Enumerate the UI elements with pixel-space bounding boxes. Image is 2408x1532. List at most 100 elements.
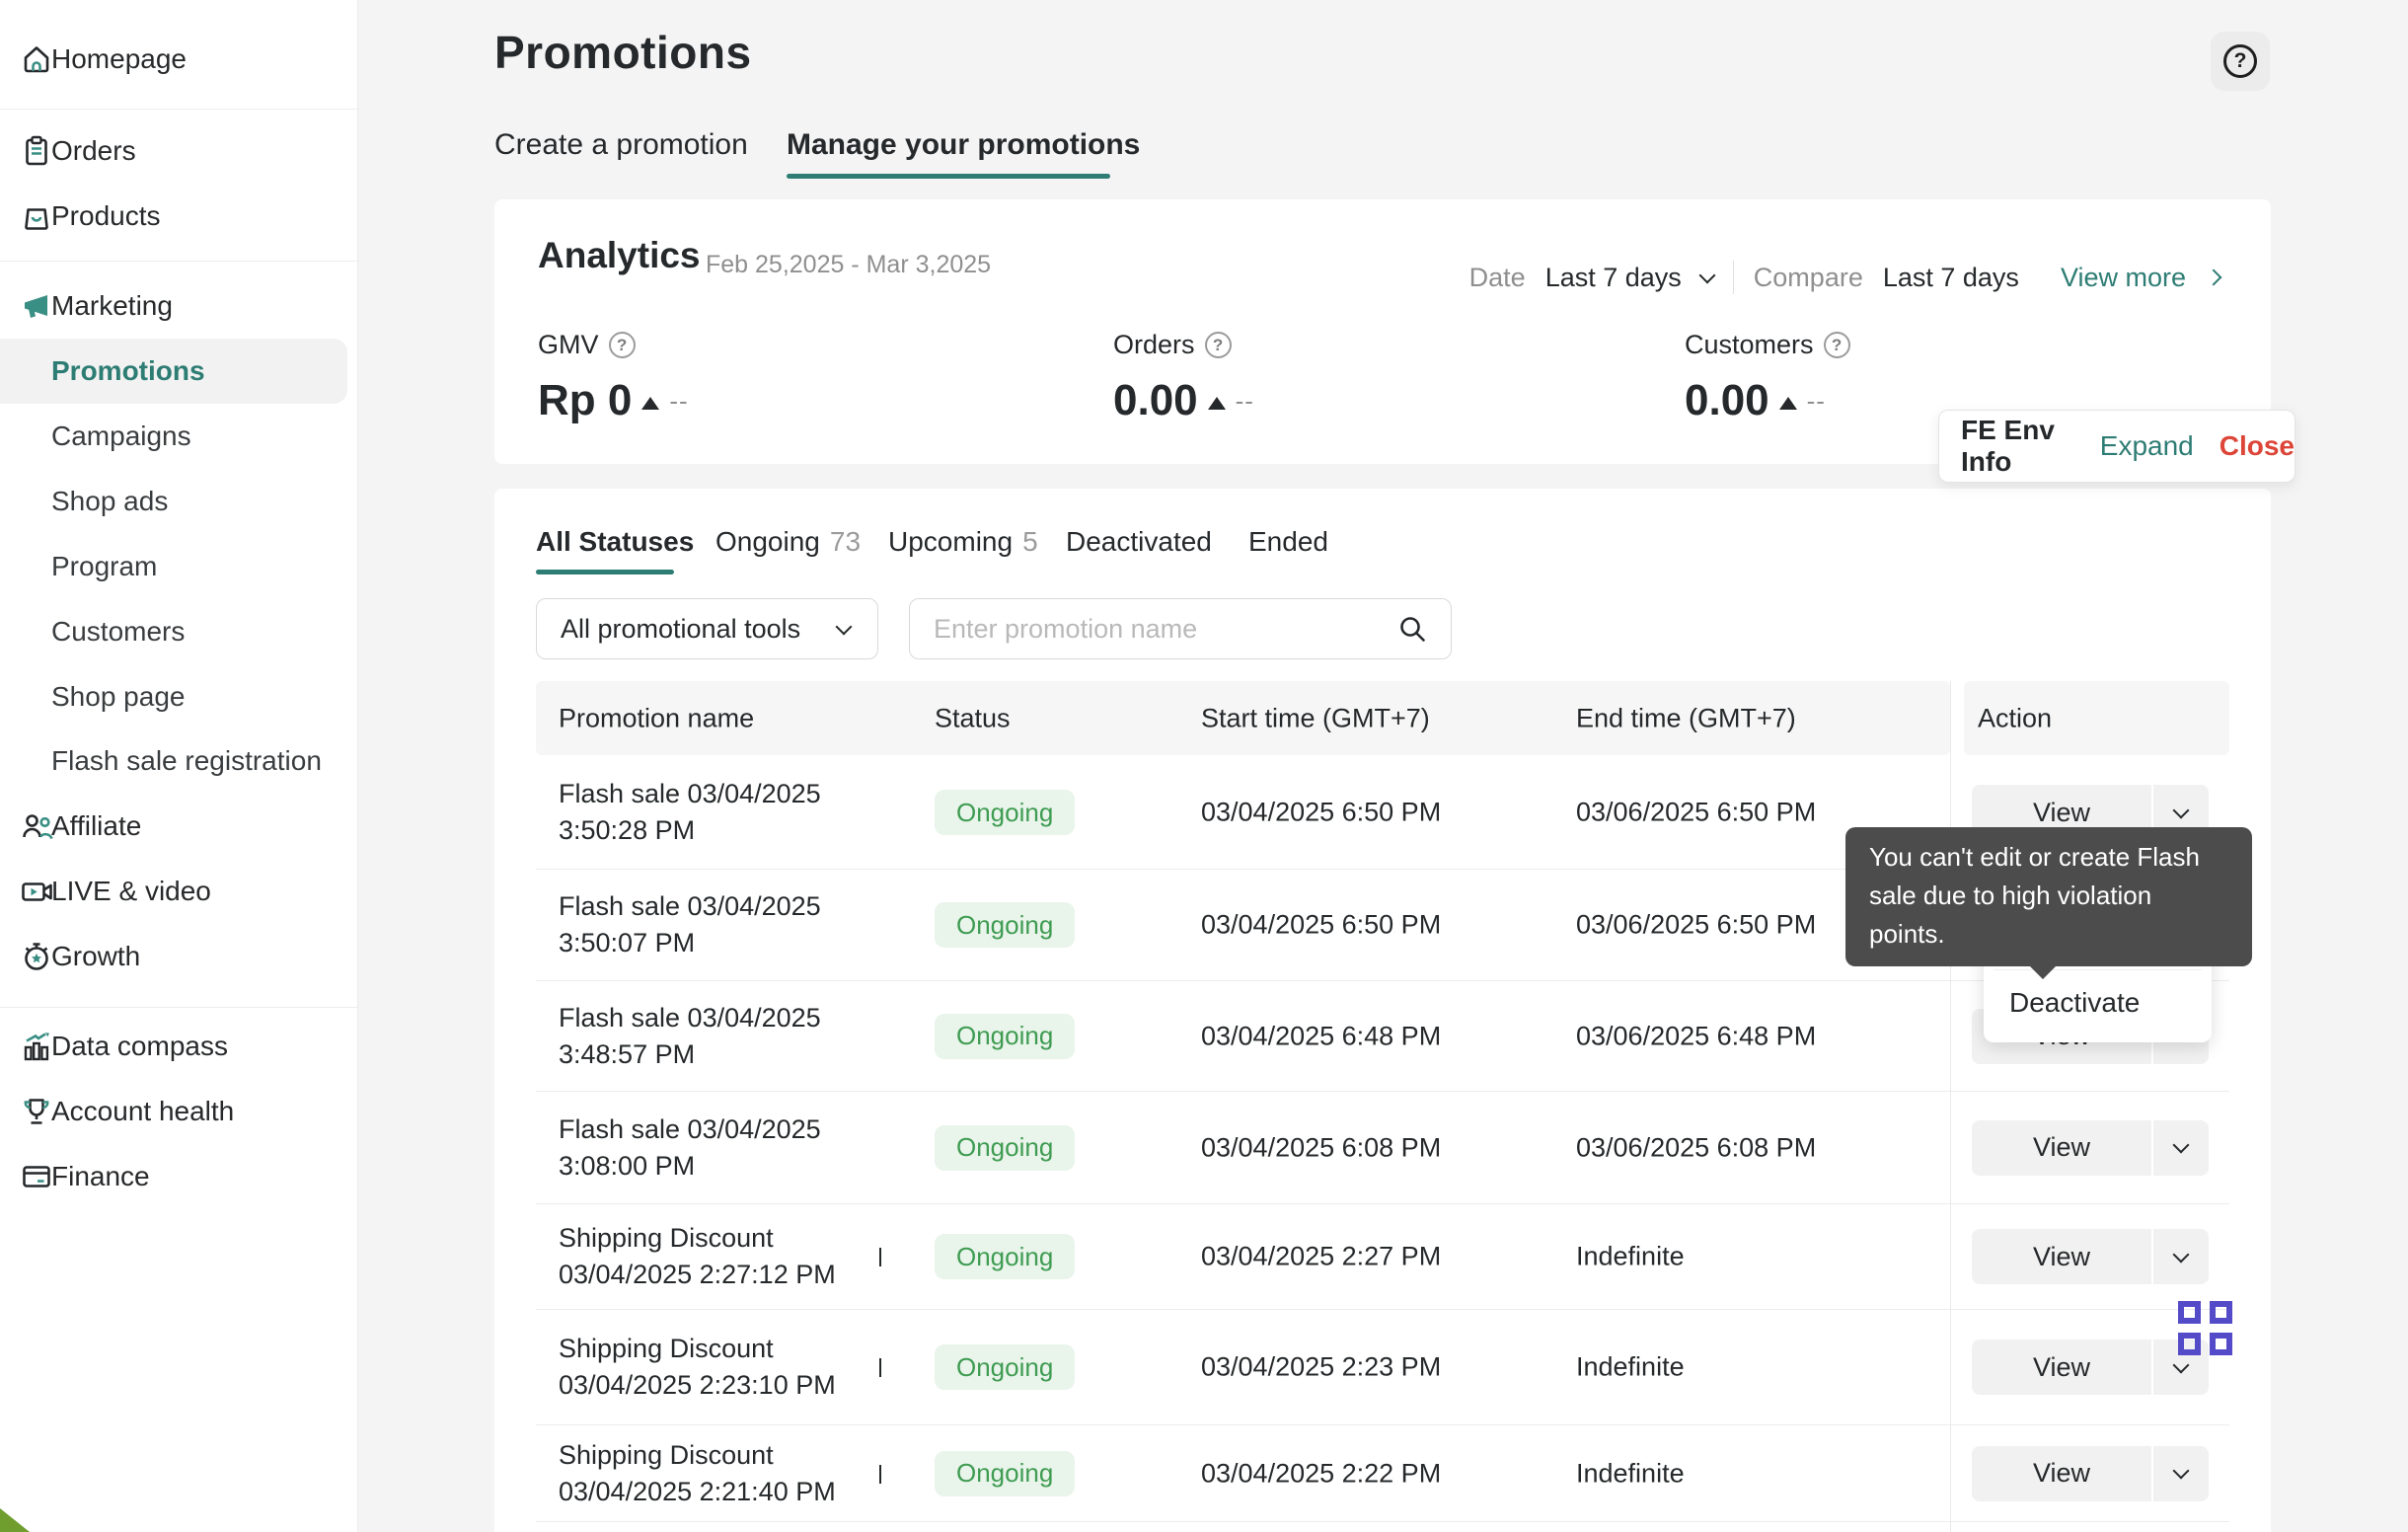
promotions-page: Homepage Orders Products Marketing Promo… [0, 0, 2408, 1532]
start-time: 03/04/2025 2:27 PM [1201, 1242, 1441, 1272]
analytics-date-range: Feb 25,2025 - Mar 3,2025 [706, 251, 991, 279]
gmv-value: Rp 0 [538, 376, 632, 425]
status-tab-ended[interactable]: Ended [1248, 526, 1328, 558]
status-tab-upcoming[interactable]: Upcoming5 [888, 526, 1038, 558]
view-button[interactable]: View [1972, 1446, 2151, 1501]
view-more-link[interactable]: View more [2061, 263, 2186, 293]
tab-create-promotion[interactable]: Create a promotion [494, 128, 748, 162]
view-dropdown-button[interactable] [2153, 1446, 2209, 1501]
sidebar-divider [0, 261, 358, 262]
view-button[interactable]: View [1972, 1120, 2151, 1176]
sidebar-item-promotions[interactable]: Promotions [0, 339, 347, 404]
status-badge: Ongoing [935, 1234, 1075, 1279]
sidebar-item-flash-sale-registration[interactable]: Flash sale registration [0, 728, 358, 794]
promotion-search [909, 598, 1452, 659]
ongoing-count: 73 [830, 526, 861, 557]
status-badge: Ongoing [935, 1451, 1075, 1496]
active-tab-underline [787, 174, 1110, 179]
analytics-title: Analytics [538, 235, 701, 276]
end-time: 03/06/2025 6:50 PM [1576, 910, 1816, 941]
gmv-delta: -- [669, 386, 688, 417]
orders-delta: -- [1236, 386, 1254, 417]
status-tab-ongoing[interactable]: Ongoing73 [715, 526, 861, 558]
view-dropdown-button[interactable] [2153, 1229, 2209, 1284]
start-time: 03/04/2025 6:50 PM [1201, 798, 1441, 828]
col-start-time: Start time (GMT+7) [1201, 703, 1430, 733]
promotion-name: Flash sale 03/04/20253:50:28 PM [559, 776, 821, 849]
sidebar-item-shop-ads[interactable]: Shop ads [0, 469, 358, 534]
expand-row-chevron-icon[interactable] [873, 1352, 887, 1382]
end-time: 03/06/2025 6:08 PM [1576, 1132, 1816, 1163]
expand-row-chevron-icon[interactable] [873, 1459, 887, 1489]
help-button[interactable]: ? [2211, 32, 2270, 91]
tooltip-arrow [2029, 965, 2057, 979]
chevron-down-icon [2173, 1463, 2190, 1480]
table-row: Shipping Discount03/04/2025 2:21:40 PM O… [536, 1425, 2229, 1522]
promotion-name: Shipping Discount03/04/2025 2:21:40 PM [559, 1437, 836, 1510]
sidebar-item-products[interactable]: Products [0, 184, 358, 249]
sidebar-item-marketing[interactable]: Marketing [0, 273, 358, 339]
sidebar-item-customers[interactable]: Customers [0, 599, 358, 664]
sidebar-divider [0, 109, 358, 110]
start-time: 03/04/2025 2:22 PM [1201, 1458, 1441, 1489]
view-button[interactable]: View [1972, 1229, 2151, 1284]
sidebar: Homepage Orders Products Marketing Promo… [0, 0, 358, 1532]
start-time: 03/04/2025 6:50 PM [1201, 910, 1441, 941]
chevron-down-icon [2173, 1137, 2190, 1154]
question-circle-icon[interactable]: ? [1205, 332, 1232, 358]
fe-env-label: FE Env Info [1961, 415, 2061, 478]
view-button[interactable]: View [1972, 1340, 2151, 1395]
menu-item-deactivate[interactable]: Deactivate [1984, 973, 2212, 1033]
table-row: Shipping Discount03/04/2025 2:27:12 PM O… [536, 1204, 2229, 1310]
fe-env-expand-link[interactable]: Expand [2100, 430, 2194, 462]
status-badge: Ongoing [935, 1014, 1075, 1059]
sidebar-item-data-compass[interactable]: Data compass [0, 1014, 358, 1079]
question-circle-icon[interactable]: ? [609, 332, 636, 358]
search-icon[interactable] [1395, 612, 1429, 646]
search-input[interactable] [934, 614, 1395, 645]
end-time: 03/06/2025 6:50 PM [1576, 798, 1816, 828]
table-header: Promotion name Status Start time (GMT+7)… [536, 681, 1950, 755]
date-select[interactable]: Last 7 days [1545, 263, 1682, 293]
customers-delta: -- [1807, 386, 1826, 417]
chevron-down-icon [1698, 267, 1715, 283]
sidebar-item-orders[interactable]: Orders [0, 118, 358, 184]
status-tab-deactivated[interactable]: Deactivated [1066, 526, 1212, 558]
question-circle-icon[interactable]: ? [1824, 332, 1850, 358]
status-tab-all[interactable]: All Statuses [536, 526, 694, 558]
trend-up-icon [1779, 397, 1797, 410]
sidebar-item-finance[interactable]: Finance [0, 1144, 358, 1209]
tab-manage-promotions[interactable]: Manage your promotions [787, 128, 1140, 162]
promotion-name: Shipping Discount03/04/2025 2:23:10 PM [559, 1331, 836, 1404]
end-time: 03/06/2025 6:48 PM [1576, 1021, 1816, 1051]
sidebar-item-shop-page[interactable]: Shop page [0, 664, 358, 729]
expand-row-chevron-icon[interactable] [873, 1242, 887, 1271]
table-header-action: Action [1964, 681, 2229, 755]
view-dropdown-button[interactable] [2153, 1120, 2209, 1176]
chevron-right-icon [2206, 269, 2222, 286]
active-status-underline [536, 570, 674, 574]
sidebar-item-program[interactable]: Program [0, 534, 358, 599]
sidebar-item-campaigns[interactable]: Campaigns [0, 404, 358, 469]
end-time: Indefinite [1576, 1242, 1685, 1272]
status-badge: Ongoing [935, 1125, 1075, 1171]
customers-value: 0.00 [1685, 376, 1769, 425]
col-promotion-name: Promotion name [559, 703, 754, 733]
orders-label: Orders [1113, 330, 1195, 360]
menu-divider [1994, 969, 2202, 970]
customers-label: Customers [1685, 330, 1814, 360]
promo-tool-filter[interactable]: All promotional tools [536, 598, 878, 659]
question-circle-icon: ? [2223, 44, 2257, 78]
sidebar-item-account-health[interactable]: Account health [0, 1079, 358, 1144]
promotion-name: Flash sale 03/04/20253:48:57 PM [559, 1000, 821, 1073]
table-row: Flash sale 03/04/20253:08:00 PM Ongoing … [536, 1092, 2229, 1204]
sidebar-item-homepage[interactable]: Homepage [0, 27, 358, 92]
sidebar-divider [0, 1007, 358, 1008]
fe-env-close-link[interactable]: Close [2220, 430, 2295, 462]
sidebar-item-affiliate[interactable]: Affiliate [0, 794, 358, 859]
sidebar-item-growth[interactable]: Growth [0, 924, 358, 989]
compare-value: Last 7 days [1883, 263, 2019, 293]
upcoming-count: 5 [1022, 526, 1038, 557]
status-badge: Ongoing [935, 902, 1075, 948]
sidebar-item-live-video[interactable]: LIVE & video [0, 859, 358, 924]
